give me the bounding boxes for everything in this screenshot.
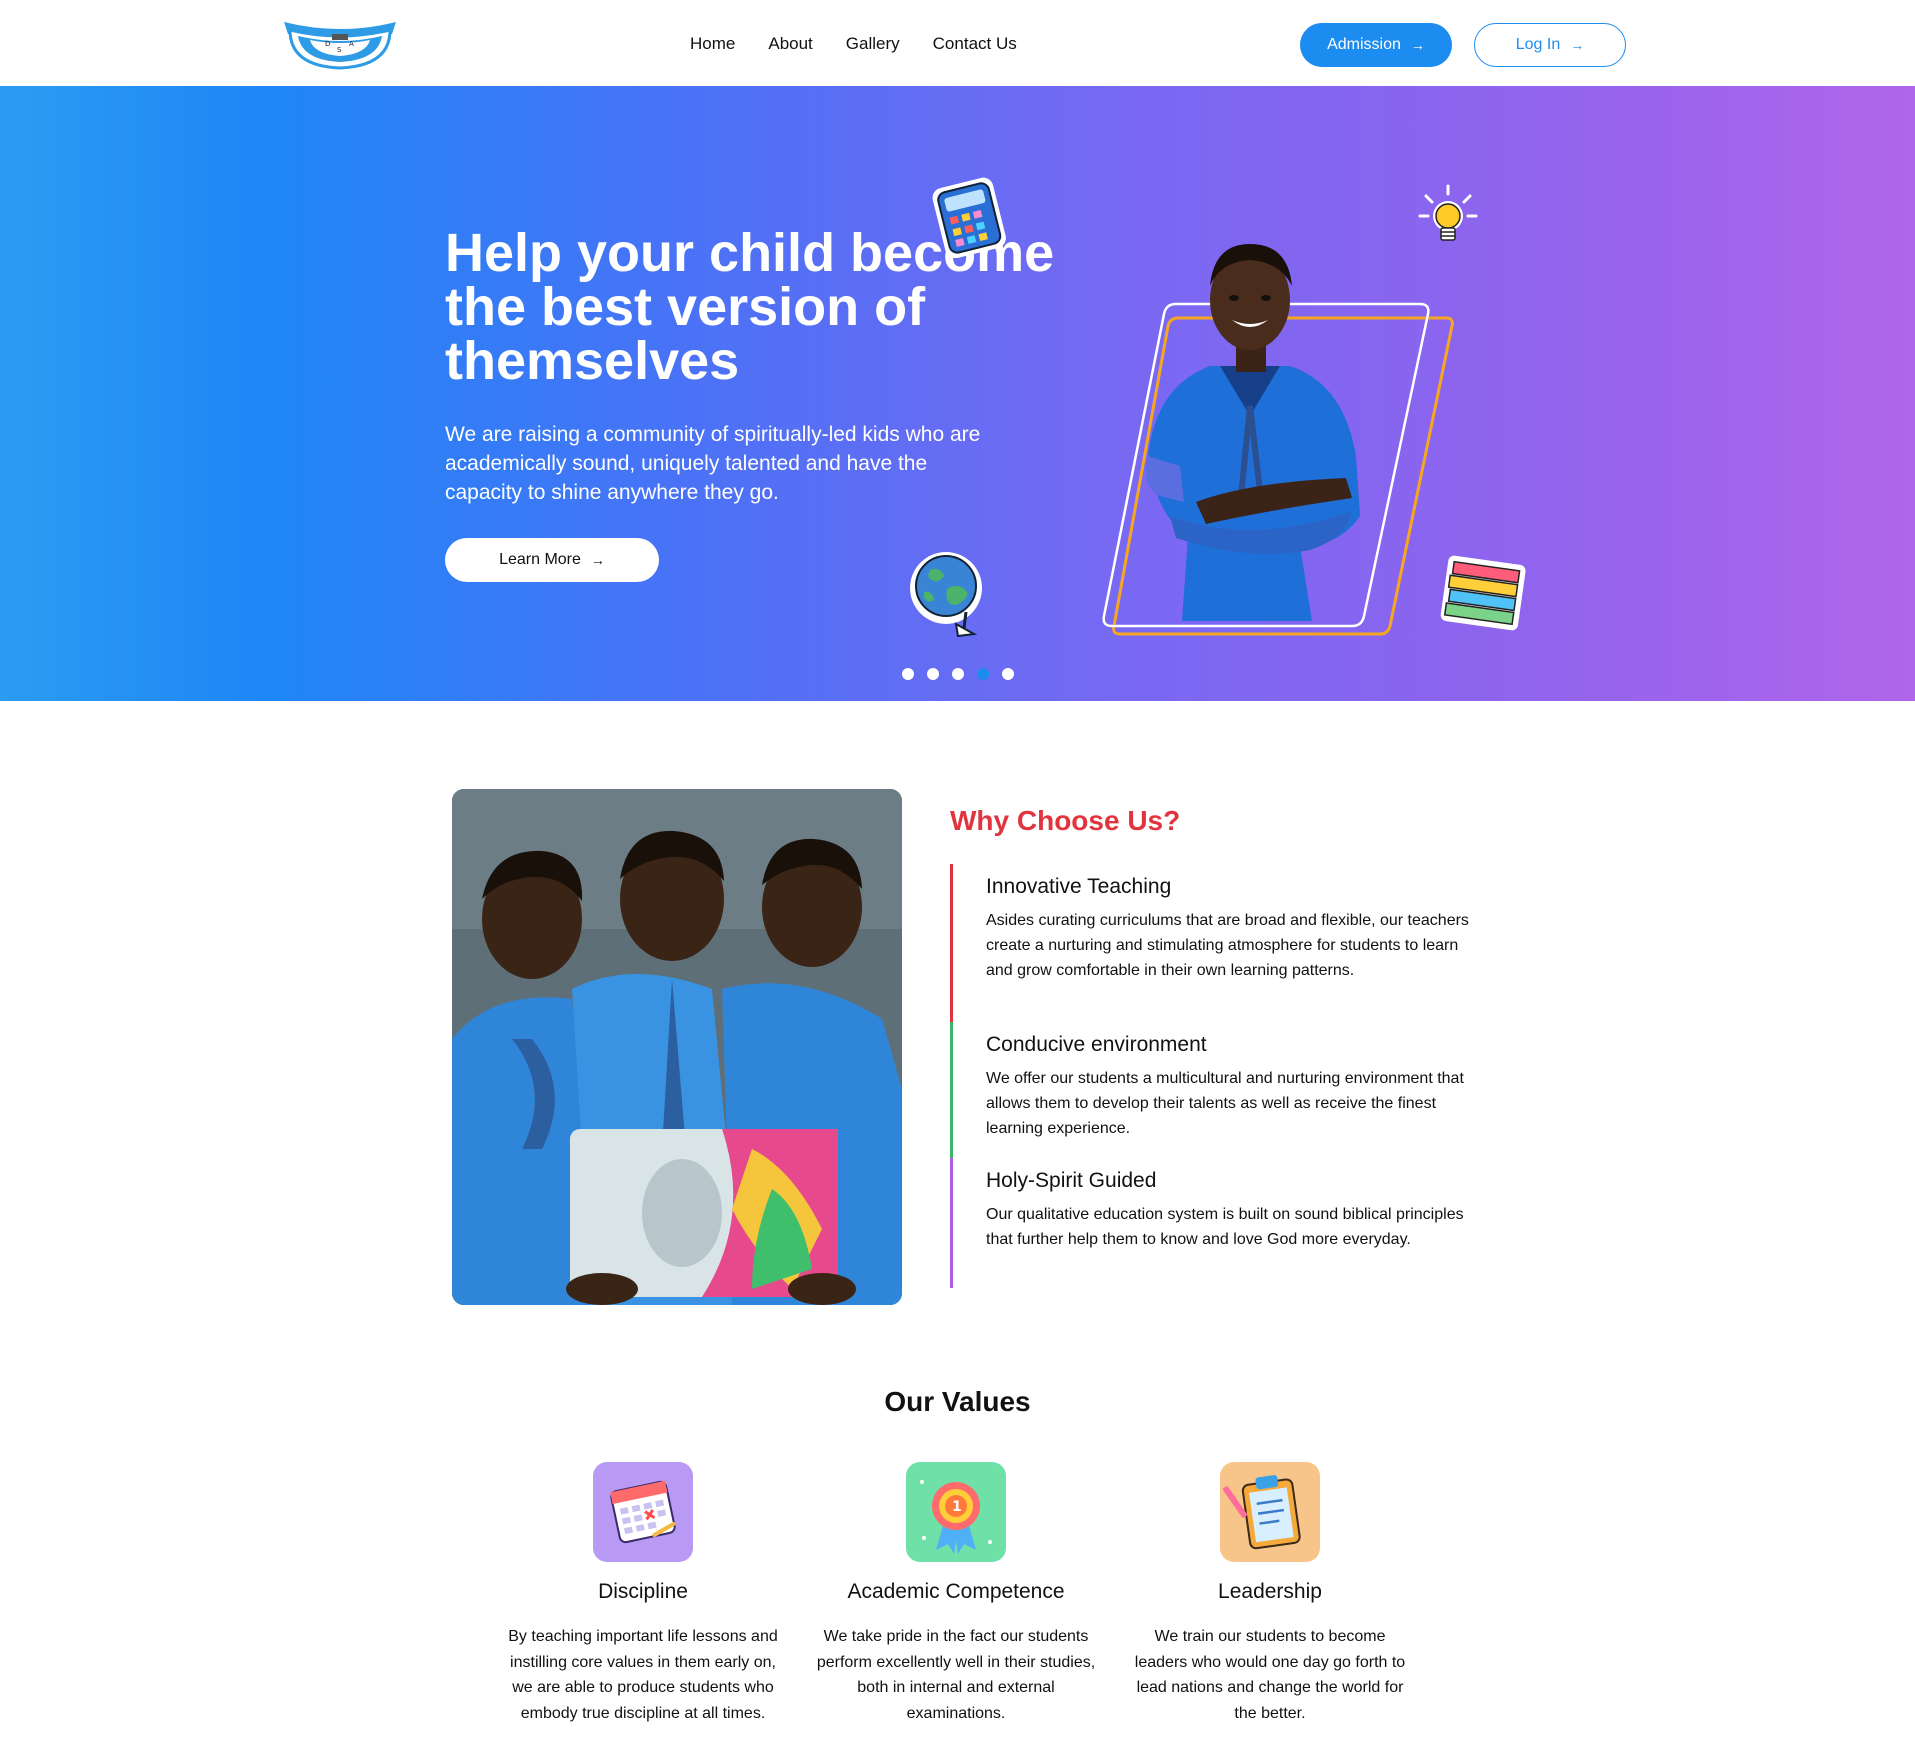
- value-academic-competence: 1 Academic Competence We take pride in t…: [806, 1462, 1106, 1726]
- calendar-icon: [593, 1462, 693, 1562]
- accent-bar: [950, 864, 953, 1022]
- value-text: We train our students to become leaders …: [1134, 1628, 1406, 1722]
- why-item-holy-spirit-guided: Holy-Spirit Guided Our qualitative educa…: [950, 1158, 1470, 1288]
- nav-home[interactable]: Home: [690, 34, 735, 54]
- carousel-dot-1[interactable]: [902, 668, 914, 680]
- clipboard-icon: [1220, 1462, 1320, 1562]
- medal-icon: 1: [906, 1462, 1006, 1562]
- value-heading: Discipline: [598, 1580, 688, 1603]
- svg-text:S: S: [337, 46, 342, 54]
- why-choose-us-title: Why Choose Us?: [950, 805, 1181, 836]
- why-item-text: Asides curating curriculums that are bro…: [986, 912, 1469, 979]
- hero-subtitle: We are raising a community of spirituall…: [445, 423, 981, 504]
- carousel-dot-5[interactable]: [1002, 668, 1014, 680]
- arrow-right-icon: →: [590, 552, 605, 568]
- calculator-icon: [932, 177, 1006, 258]
- carousel-dot-4[interactable]: [977, 668, 989, 680]
- value-text: By teaching important life lessons and i…: [508, 1628, 778, 1722]
- login-label: Log In: [1515, 36, 1561, 53]
- svg-text:A: A: [349, 40, 354, 48]
- why-choose-us-list: Innovative Teaching Asides curating curr…: [950, 864, 1470, 1288]
- why-item-text: We offer our students a multicultural an…: [986, 1070, 1464, 1137]
- carousel-dot-2[interactable]: [927, 668, 939, 680]
- our-values-title: Our Values: [884, 1386, 1031, 1417]
- why-item-heading: Conducive environment: [986, 1033, 1207, 1056]
- accent-bar: [950, 1022, 953, 1158]
- accent-bar: [950, 1158, 953, 1288]
- value-text: We take pride in the fact our students p…: [816, 1628, 1096, 1722]
- globe-icon: [910, 552, 982, 638]
- login-button[interactable]: Log In →: [1474, 23, 1626, 67]
- value-discipline: Discipline By teaching important life le…: [493, 1462, 793, 1726]
- svg-text:D: D: [325, 40, 330, 48]
- carousel-dots: [902, 668, 1014, 680]
- why-item-conducive-environment: Conducive environment We offer our stude…: [950, 1022, 1470, 1158]
- school-logo[interactable]: D S A: [280, 16, 400, 70]
- value-heading: Academic Competence: [847, 1580, 1065, 1603]
- arrow-right-icon: →: [1410, 37, 1425, 53]
- hero-banner: Help your child become the best version …: [0, 86, 1915, 701]
- svg-text:1: 1: [952, 1499, 962, 1515]
- main-nav: Home About Gallery Contact Us: [690, 34, 1017, 54]
- hero-student-photo: [1102, 244, 1454, 636]
- value-leadership: Leadership We train our students to beco…: [1120, 1462, 1420, 1726]
- learn-more-button[interactable]: Learn More →: [445, 538, 659, 582]
- value-heading: Leadership: [1218, 1580, 1322, 1603]
- admission-label: Admission: [1327, 36, 1401, 53]
- carousel-dot-3[interactable]: [952, 668, 964, 680]
- arrow-right-icon: →: [1570, 37, 1585, 53]
- students-laptop-photo: [452, 789, 902, 1305]
- why-item-text: Our qualitative education system is buil…: [986, 1206, 1464, 1248]
- why-item-heading: Holy-Spirit Guided: [986, 1169, 1157, 1192]
- site-header: D S A Home About Gallery Contact Us Admi…: [0, 0, 1915, 86]
- nav-contact-us[interactable]: Contact Us: [933, 34, 1017, 54]
- why-item-innovative-teaching: Innovative Teaching Asides curating curr…: [950, 864, 1470, 1022]
- admission-button[interactable]: Admission →: [1300, 23, 1452, 67]
- learn-more-label: Learn More: [499, 551, 581, 568]
- nav-about[interactable]: About: [768, 34, 812, 54]
- nav-gallery[interactable]: Gallery: [846, 34, 900, 54]
- why-item-heading: Innovative Teaching: [986, 875, 1172, 898]
